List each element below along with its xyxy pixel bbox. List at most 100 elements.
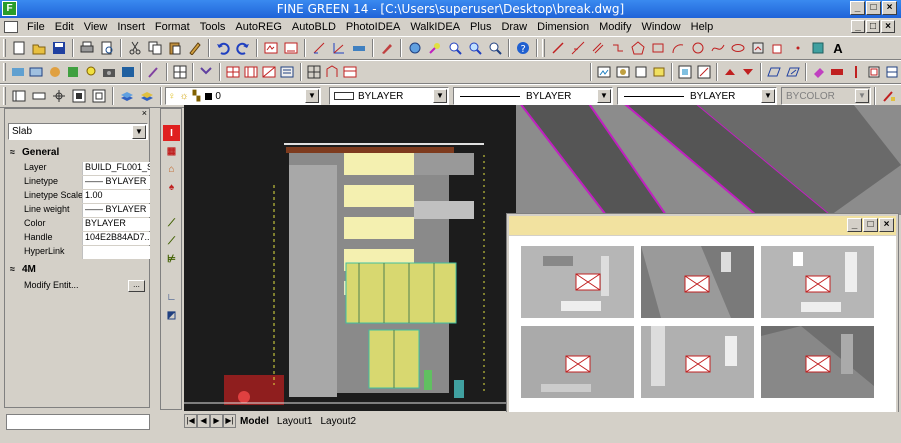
pan-icon[interactable] xyxy=(406,39,424,57)
lineweight-combo[interactable]: BYLAYER ▼ xyxy=(617,87,777,105)
make-block-icon[interactable] xyxy=(769,39,787,57)
layer-previous-icon[interactable] xyxy=(138,87,156,105)
layer-combo[interactable]: ♀ ☼ ▚ 0 ▼ xyxy=(165,87,321,105)
match-properties-icon[interactable] xyxy=(186,39,204,57)
chevron-down-icon[interactable]: ▼ xyxy=(433,89,447,103)
help-icon[interactable]: ? xyxy=(514,39,532,57)
chevron-down-icon[interactable]: ▼ xyxy=(132,125,146,139)
polygon-icon[interactable] xyxy=(629,39,647,57)
stair-tool-icon[interactable]: ⟋ xyxy=(163,215,180,231)
linetype-combo[interactable]: BYLAYER ▼ xyxy=(453,87,613,105)
export-image-icon[interactable] xyxy=(596,63,612,81)
close-icon[interactable]: × xyxy=(142,108,147,118)
window-icon[interactable] xyxy=(243,63,259,81)
slab-tool-icon[interactable]: ◩ xyxy=(163,307,180,323)
railing-tool-icon[interactable]: ⊭ xyxy=(163,251,180,267)
house-tool-icon[interactable]: ♠ xyxy=(163,179,180,195)
roof-tool-icon[interactable]: ⌂ xyxy=(163,161,180,177)
pencil-icon[interactable] xyxy=(378,39,396,57)
chevron-down-icon[interactable]: ▼ xyxy=(305,89,319,103)
edit-viewport-icon[interactable] xyxy=(696,63,712,81)
ruler-icon[interactable] xyxy=(350,39,368,57)
offset-icon[interactable] xyxy=(866,63,882,81)
angle-icon[interactable] xyxy=(330,39,348,57)
modify-entity-button[interactable]: ... xyxy=(128,280,145,292)
menu-tools[interactable]: Tools xyxy=(195,21,231,33)
zoom-realtime-icon[interactable] xyxy=(426,39,444,57)
menu-view[interactable]: View xyxy=(79,21,113,33)
view-thumbnail[interactable] xyxy=(641,246,754,318)
spline-icon[interactable] xyxy=(709,39,727,57)
move-down-icon[interactable] xyxy=(740,63,756,81)
menu-walkidea[interactable]: WalkIDEA xyxy=(405,21,465,33)
stretch-icon[interactable] xyxy=(829,63,845,81)
corner-tool-icon[interactable]: ∟ xyxy=(163,289,180,305)
view-window-title[interactable] xyxy=(509,216,896,235)
view-icon[interactable] xyxy=(360,63,586,81)
rectangle-icon[interactable] xyxy=(649,39,667,57)
maximize-button[interactable]: □ xyxy=(866,1,881,15)
center-mark-icon[interactable] xyxy=(50,87,68,105)
redo-icon[interactable] xyxy=(234,39,252,57)
doc-close-button[interactable]: × xyxy=(881,20,895,33)
wall-icon[interactable] xyxy=(225,63,241,81)
light-icon[interactable] xyxy=(83,63,99,81)
drawing-canvas[interactable] xyxy=(184,105,516,411)
redraw-icon[interactable] xyxy=(282,39,300,57)
door-tool-icon[interactable]: I xyxy=(163,125,180,141)
toolbar-grip[interactable] xyxy=(3,87,6,105)
move-up-icon[interactable] xyxy=(722,63,738,81)
minimize-button[interactable]: _ xyxy=(850,1,865,15)
viewport-icon[interactable] xyxy=(677,63,693,81)
import-icon[interactable] xyxy=(615,63,631,81)
view-thumbnail[interactable] xyxy=(761,326,874,398)
3d-viewport[interactable] xyxy=(516,105,901,215)
view-minimize-button[interactable]: _ xyxy=(847,218,862,232)
stair-icon[interactable] xyxy=(279,63,295,81)
eraser-icon[interactable] xyxy=(811,63,827,81)
view-window-body[interactable] xyxy=(509,236,896,413)
door-icon[interactable] xyxy=(261,63,277,81)
table-insert-icon[interactable] xyxy=(70,87,88,105)
section-4m[interactable]: ≈ 4M xyxy=(8,264,148,278)
prop-row-linetype[interactable]: Linetype —— BYLAYER xyxy=(8,176,150,189)
chevron-down-icon[interactable]: ▼ xyxy=(855,89,869,103)
view-thumbnail[interactable] xyxy=(641,326,754,398)
tab-layout1[interactable]: Layout1 xyxy=(273,416,317,427)
undo-icon[interactable] xyxy=(214,39,232,57)
menu-insert[interactable]: Insert xyxy=(112,21,150,33)
prop-row-handle[interactable]: Handle 104E2B84AD7... xyxy=(8,232,150,245)
close-button[interactable]: × xyxy=(882,1,897,15)
properties-icon[interactable] xyxy=(880,87,898,105)
prop-row-lineweight[interactable]: Line weight —— BYLAYER xyxy=(8,204,150,217)
brush-icon[interactable] xyxy=(146,63,162,81)
zoom-previous-icon[interactable] xyxy=(446,39,464,57)
explode-icon[interactable] xyxy=(884,63,900,81)
zoom-extents-icon[interactable] xyxy=(466,39,484,57)
tab-layout2[interactable]: Layout2 xyxy=(316,416,360,427)
cut-icon[interactable] xyxy=(126,39,144,57)
polyline-icon[interactable] xyxy=(609,39,627,57)
menu-window[interactable]: Window xyxy=(637,21,686,33)
photo-icon[interactable] xyxy=(28,63,44,81)
zoom-window-icon[interactable] xyxy=(262,39,280,57)
ramp-tool-icon[interactable]: ⟋ xyxy=(163,233,180,249)
line-icon[interactable] xyxy=(549,39,567,57)
scene-icon[interactable] xyxy=(120,63,136,81)
view-thumbnail[interactable] xyxy=(521,326,634,398)
selection-combo[interactable]: Slab ▼ xyxy=(8,123,148,140)
tag-icon[interactable] xyxy=(651,63,667,81)
prev-tab-button[interactable]: ◀ xyxy=(197,414,210,428)
trim-icon[interactable] xyxy=(847,63,863,81)
section-icon[interactable] xyxy=(306,63,322,81)
tab-model[interactable]: Model xyxy=(236,416,273,427)
prop-row-layer[interactable]: LayerBUILD_FL001_SL xyxy=(8,162,150,175)
menu-edit[interactable]: Edit xyxy=(50,21,79,33)
circle-icon[interactable] xyxy=(689,39,707,57)
plotstyle-combo[interactable]: BYCOLOR ▼ xyxy=(781,87,871,105)
menu-dimension[interactable]: Dimension xyxy=(532,21,594,33)
doc-minimize-button[interactable]: _ xyxy=(851,20,865,33)
attach-icon[interactable] xyxy=(633,63,649,81)
layout-icon[interactable] xyxy=(10,87,28,105)
skew-alt-icon[interactable] xyxy=(785,63,801,81)
